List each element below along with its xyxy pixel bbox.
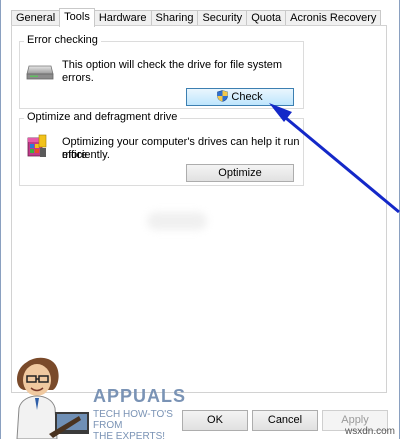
appuals-mascot-icon (16, 357, 89, 439)
cancel-button[interactable]: Cancel (252, 410, 318, 431)
ok-button[interactable]: OK (182, 410, 248, 431)
drive-properties-window: General Tools Hardware Sharing Security … (0, 0, 400, 442)
appuals-tagline-line1: TECH HOW-TO'S FROM (93, 409, 173, 431)
appuals-tagline-line2: THE EXPERTS! (93, 431, 166, 442)
appuals-logo-text: APPUALS (93, 386, 187, 406)
appuals-tagline: TECH HOW-TO'S FROM THE EXPERTS! (93, 409, 173, 442)
watermark-text: wsxdn.com (345, 426, 396, 437)
tab-tools[interactable]: Tools (59, 8, 95, 27)
